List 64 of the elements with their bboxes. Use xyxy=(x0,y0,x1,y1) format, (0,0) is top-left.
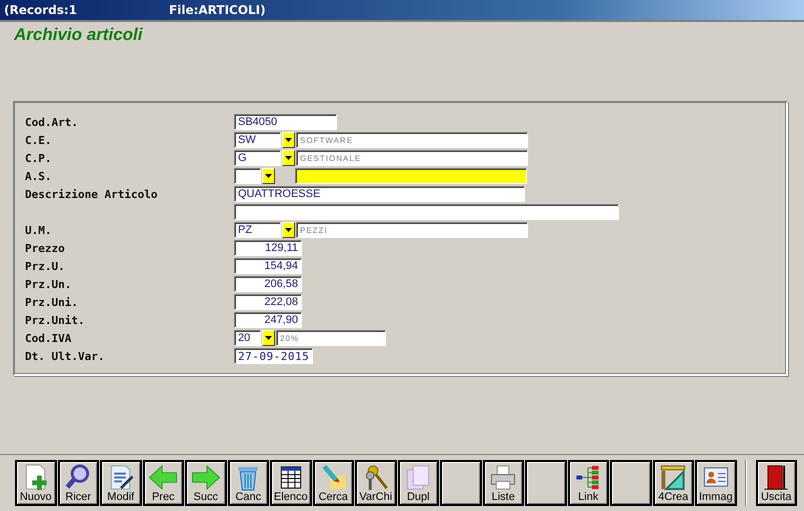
toolbar-button[interactable]: Nuovo xyxy=(15,460,56,506)
text-field[interactable] xyxy=(234,204,619,220)
field-label: U.M. xyxy=(25,224,52,236)
toolbar-button[interactable]: Uscita xyxy=(756,460,797,506)
description-field: SOFTWARE xyxy=(296,132,528,148)
right-arrow-icon xyxy=(190,464,222,491)
empty-button[interactable] xyxy=(440,460,482,506)
records-count: (Records:1 xyxy=(4,3,78,17)
code-field[interactable]: PZ xyxy=(234,222,281,238)
price-field[interactable]: 129,11 xyxy=(234,240,302,256)
field-label: Prezzo xyxy=(25,242,65,254)
toolbar-button[interactable]: 4Crea xyxy=(652,460,694,506)
field-label: Dt. Ult.Var. xyxy=(25,350,104,362)
code-field[interactable]: 20 xyxy=(234,330,261,346)
code-field[interactable] xyxy=(234,168,261,184)
form-heading: Archivio articoli xyxy=(14,25,142,45)
field-label: Prz.Un. xyxy=(25,278,72,290)
dropdown-button[interactable] xyxy=(282,150,295,166)
dropdown-button[interactable] xyxy=(282,222,295,238)
toolbar-button[interactable]: Ricer xyxy=(58,460,99,506)
field-label: Prz.Uni. xyxy=(25,296,78,308)
empty-button[interactable] xyxy=(610,460,652,506)
caret-icon xyxy=(285,228,292,232)
price-field[interactable]: 154,94 xyxy=(234,258,302,274)
date-field[interactable]: 27-09-2015 xyxy=(234,348,313,364)
price-field[interactable]: 206,58 xyxy=(234,276,302,292)
empty-button[interactable] xyxy=(525,460,566,506)
field-label: Cod.Art. xyxy=(25,116,78,128)
price-field[interactable]: 247,90 xyxy=(234,312,302,328)
code-field[interactable]: SB4050 xyxy=(234,114,337,130)
caret-icon xyxy=(285,138,292,142)
caret-icon xyxy=(285,156,292,160)
field-label: C.E. xyxy=(25,134,52,146)
file-name: File:ARTICOLI) xyxy=(169,3,266,17)
toolbar-button[interactable]: Modif xyxy=(100,460,142,506)
toolbar-button[interactable]: Succ xyxy=(185,460,226,506)
dropdown-button[interactable] xyxy=(262,168,275,184)
caret-icon xyxy=(265,336,272,340)
field-label: Descrizione Articolo xyxy=(25,188,158,200)
toolbar-button[interactable]: Canc xyxy=(228,460,269,506)
toolbar-button[interactable]: Elenco xyxy=(270,460,312,506)
field-label: C.P. xyxy=(25,152,52,164)
toolbar-button[interactable]: Immag xyxy=(695,460,736,506)
field-label: A.S. xyxy=(25,170,52,182)
price-field[interactable]: 222,08 xyxy=(234,294,302,310)
description-field[interactable]: QUATTROESSE xyxy=(234,186,525,202)
field-label: Cod.IVA xyxy=(25,332,72,344)
toolbar-button[interactable]: Prec xyxy=(142,460,184,506)
field-label: Prz.U. xyxy=(25,260,65,272)
code-field[interactable]: SW xyxy=(234,132,281,148)
code-field[interactable]: G xyxy=(234,150,281,166)
description-field: PEZZI xyxy=(296,222,528,238)
dropdown-button[interactable] xyxy=(262,330,275,346)
field-label: Prz.Unit. xyxy=(25,314,85,326)
description-field: GESTIONALE xyxy=(296,150,528,166)
toolbar-button[interactable]: Cerca xyxy=(312,460,354,506)
toolbar-button[interactable]: VarChi xyxy=(355,460,396,506)
toolbar-button[interactable]: Liste xyxy=(482,460,524,506)
caret-icon xyxy=(265,174,272,178)
dropdown-button[interactable] xyxy=(282,132,295,148)
toolbar-button[interactable]: Dupl xyxy=(398,460,439,506)
toolbar-button[interactable]: Link xyxy=(568,460,609,506)
description-field: 20% xyxy=(276,330,386,346)
left-arrow-icon xyxy=(147,464,180,491)
